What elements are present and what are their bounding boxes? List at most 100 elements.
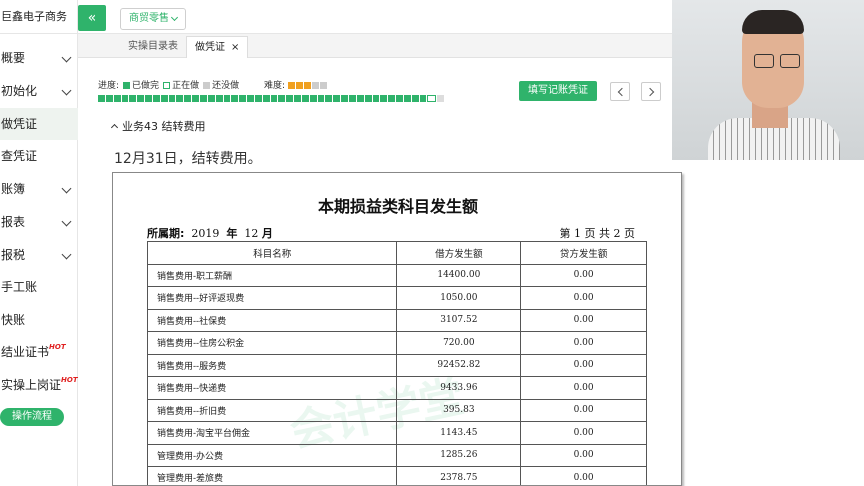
credit-cell: 0.00 [520, 331, 647, 355]
sidebar-item-make-voucher[interactable]: 做凭证 [0, 108, 78, 140]
account-name-cell: 销售费用--社保费 [146, 308, 398, 332]
star-icon [311, 82, 319, 89]
month-unit: 月 [261, 227, 273, 240]
sidebar-item-reports[interactable]: 报表 [0, 206, 78, 238]
difficulty-label: 难度: [264, 81, 286, 91]
progress-segment [160, 95, 168, 102]
tab-make-voucher[interactable]: 做凭证 × [186, 36, 249, 58]
progress-segment [98, 95, 105, 102]
debit-cell: 2378.75 [396, 466, 522, 485]
sidebar-item-manual-ledger[interactable]: 手工账 [0, 271, 78, 303]
progress-segment [239, 95, 247, 102]
ledger-body: 销售费用-职工薪酬 14400.00 0.00 销售费用--好评返现费 1050.00 0… [146, 263, 647, 485]
sidebar-item-ledger[interactable]: 账簿 [0, 173, 78, 205]
todo-legend-icon [203, 82, 211, 89]
collapse-sidebar-button[interactable]: « [78, 5, 106, 31]
industry-select[interactable]: 商贸零售 [120, 8, 186, 30]
credit-cell: 0.00 [520, 421, 647, 445]
company-name: 巨鑫电子商务 [0, 0, 78, 34]
progress-segment [152, 95, 160, 102]
credit-cell: 0.00 [520, 466, 647, 485]
progress-segment [286, 95, 294, 102]
debit-cell: 1050.00 [396, 286, 522, 310]
progress-segment [427, 95, 437, 102]
prev-button[interactable] [610, 82, 630, 101]
presenter-hair [742, 10, 804, 34]
progress-segment [231, 95, 239, 102]
progress-segment [437, 95, 445, 102]
tab-label: 做凭证 [195, 42, 225, 53]
sidebar-item-label: 报税 [1, 248, 26, 262]
table-row: 销售费用--快递费 9433.96 0.00 [146, 376, 647, 400]
table-row: 销售费用--服务费 92452.82 0.00 [146, 353, 647, 377]
tab-practice-catalog[interactable]: 实操目录表 [120, 36, 186, 58]
sidebar-item-init[interactable]: 初始化 [0, 75, 78, 107]
account-name-cell: 销售费用-职工薪酬 [146, 263, 398, 287]
glasses-icon [780, 54, 800, 68]
progress-segment [176, 95, 184, 102]
credit-cell: 0.00 [520, 443, 647, 467]
document-title: 本期损益类科目发生额 [317, 197, 478, 216]
progress-segment [223, 95, 231, 102]
column-header: 借方发生额 [396, 241, 522, 265]
table-header-row: 科目名称 借方发生额 贷方发生额 [146, 241, 647, 265]
progress-segment [207, 95, 215, 102]
chevron-down-icon [170, 13, 179, 22]
operation-flow-button[interactable]: 操作流程 [0, 408, 64, 426]
credit-cell: 0.00 [520, 353, 647, 377]
progress-segment [349, 95, 356, 102]
account-name-cell: 管理费用-差旅费 [146, 466, 398, 485]
double-chevron-left-icon: « [87, 10, 97, 26]
credit-cell: 0.00 [520, 286, 647, 310]
chevron-down-icon [61, 216, 72, 227]
income-statement-document: 本期损益类科目发生额 所属期: 2019 年 12 月 第 1 页 共 2 页 … [112, 172, 682, 486]
progress-segment [199, 95, 207, 102]
doing-legend-icon [163, 82, 171, 89]
year-unit: 年 [226, 227, 238, 240]
table-row: 销售费用--折旧费 395.83 0.00 [146, 398, 647, 422]
progress-segment [129, 95, 137, 102]
hot-badge: HOT [49, 343, 66, 351]
legend-done-label: 已做完 [132, 81, 160, 91]
progress-segment [113, 95, 121, 102]
sidebar-item-label: 账簿 [1, 182, 26, 196]
progress-segment [137, 95, 145, 102]
fill-voucher-button[interactable]: 填写记账凭证 [519, 81, 597, 101]
sidebar-item-view-voucher[interactable]: 查凭证 [0, 140, 78, 172]
table-row: 管理费用-办公费 1285.26 0.00 [146, 443, 647, 467]
sidebar-item-job-cert[interactable]: 实操上岗证HOT [0, 369, 78, 401]
table-row: 销售费用-淘宝平台佣金 1143.45 0.00 [146, 421, 647, 445]
credit-cell: 0.00 [520, 398, 647, 422]
progress-segment [325, 95, 333, 102]
sidebar-item-tax[interactable]: 报税 [0, 239, 78, 271]
sidebar: 巨鑫电子商务 概要 初始化 做凭证 查凭证 账簿 报表 报税 手工账 快账 结业… [0, 0, 78, 486]
star-icon [287, 82, 295, 89]
progress-segment [145, 95, 152, 102]
page-indicator: 第 1 页 共 2 页 [559, 227, 635, 240]
close-icon[interactable]: × [231, 42, 239, 53]
account-name-cell: 销售费用--住房公积金 [146, 331, 398, 355]
progress-segment [356, 95, 364, 102]
period-month: 12 [244, 227, 259, 240]
sidebar-item-overview[interactable]: 概要 [0, 42, 78, 74]
progress-label: 进度: [98, 81, 120, 91]
chevron-down-icon [61, 85, 72, 96]
progress-bar [98, 95, 445, 102]
progress-segment [364, 95, 372, 102]
progress-legend: 进度: 已做完 正在做 还没做 [98, 80, 239, 92]
progress-segment [254, 95, 262, 102]
debit-cell: 3107.52 [396, 308, 522, 332]
progress-segment [262, 95, 270, 102]
industry-select-value: 商贸零售 [129, 13, 169, 24]
next-button[interactable] [641, 82, 661, 101]
sidebar-item-quick-ledger[interactable]: 快账 [0, 304, 78, 336]
progress-segment [168, 95, 176, 102]
debit-cell: 720.00 [396, 331, 522, 355]
tab-label: 实操目录表 [128, 41, 178, 52]
task-description: 12月31日，结转费用。 [114, 151, 262, 167]
task-header[interactable]: 业务43 结转费用 [110, 118, 206, 134]
chevron-up-icon [110, 123, 119, 131]
sidebar-item-certificate[interactable]: 结业证书HOT [0, 336, 78, 368]
chevron-down-icon [61, 249, 72, 260]
progress-segment [403, 95, 411, 102]
